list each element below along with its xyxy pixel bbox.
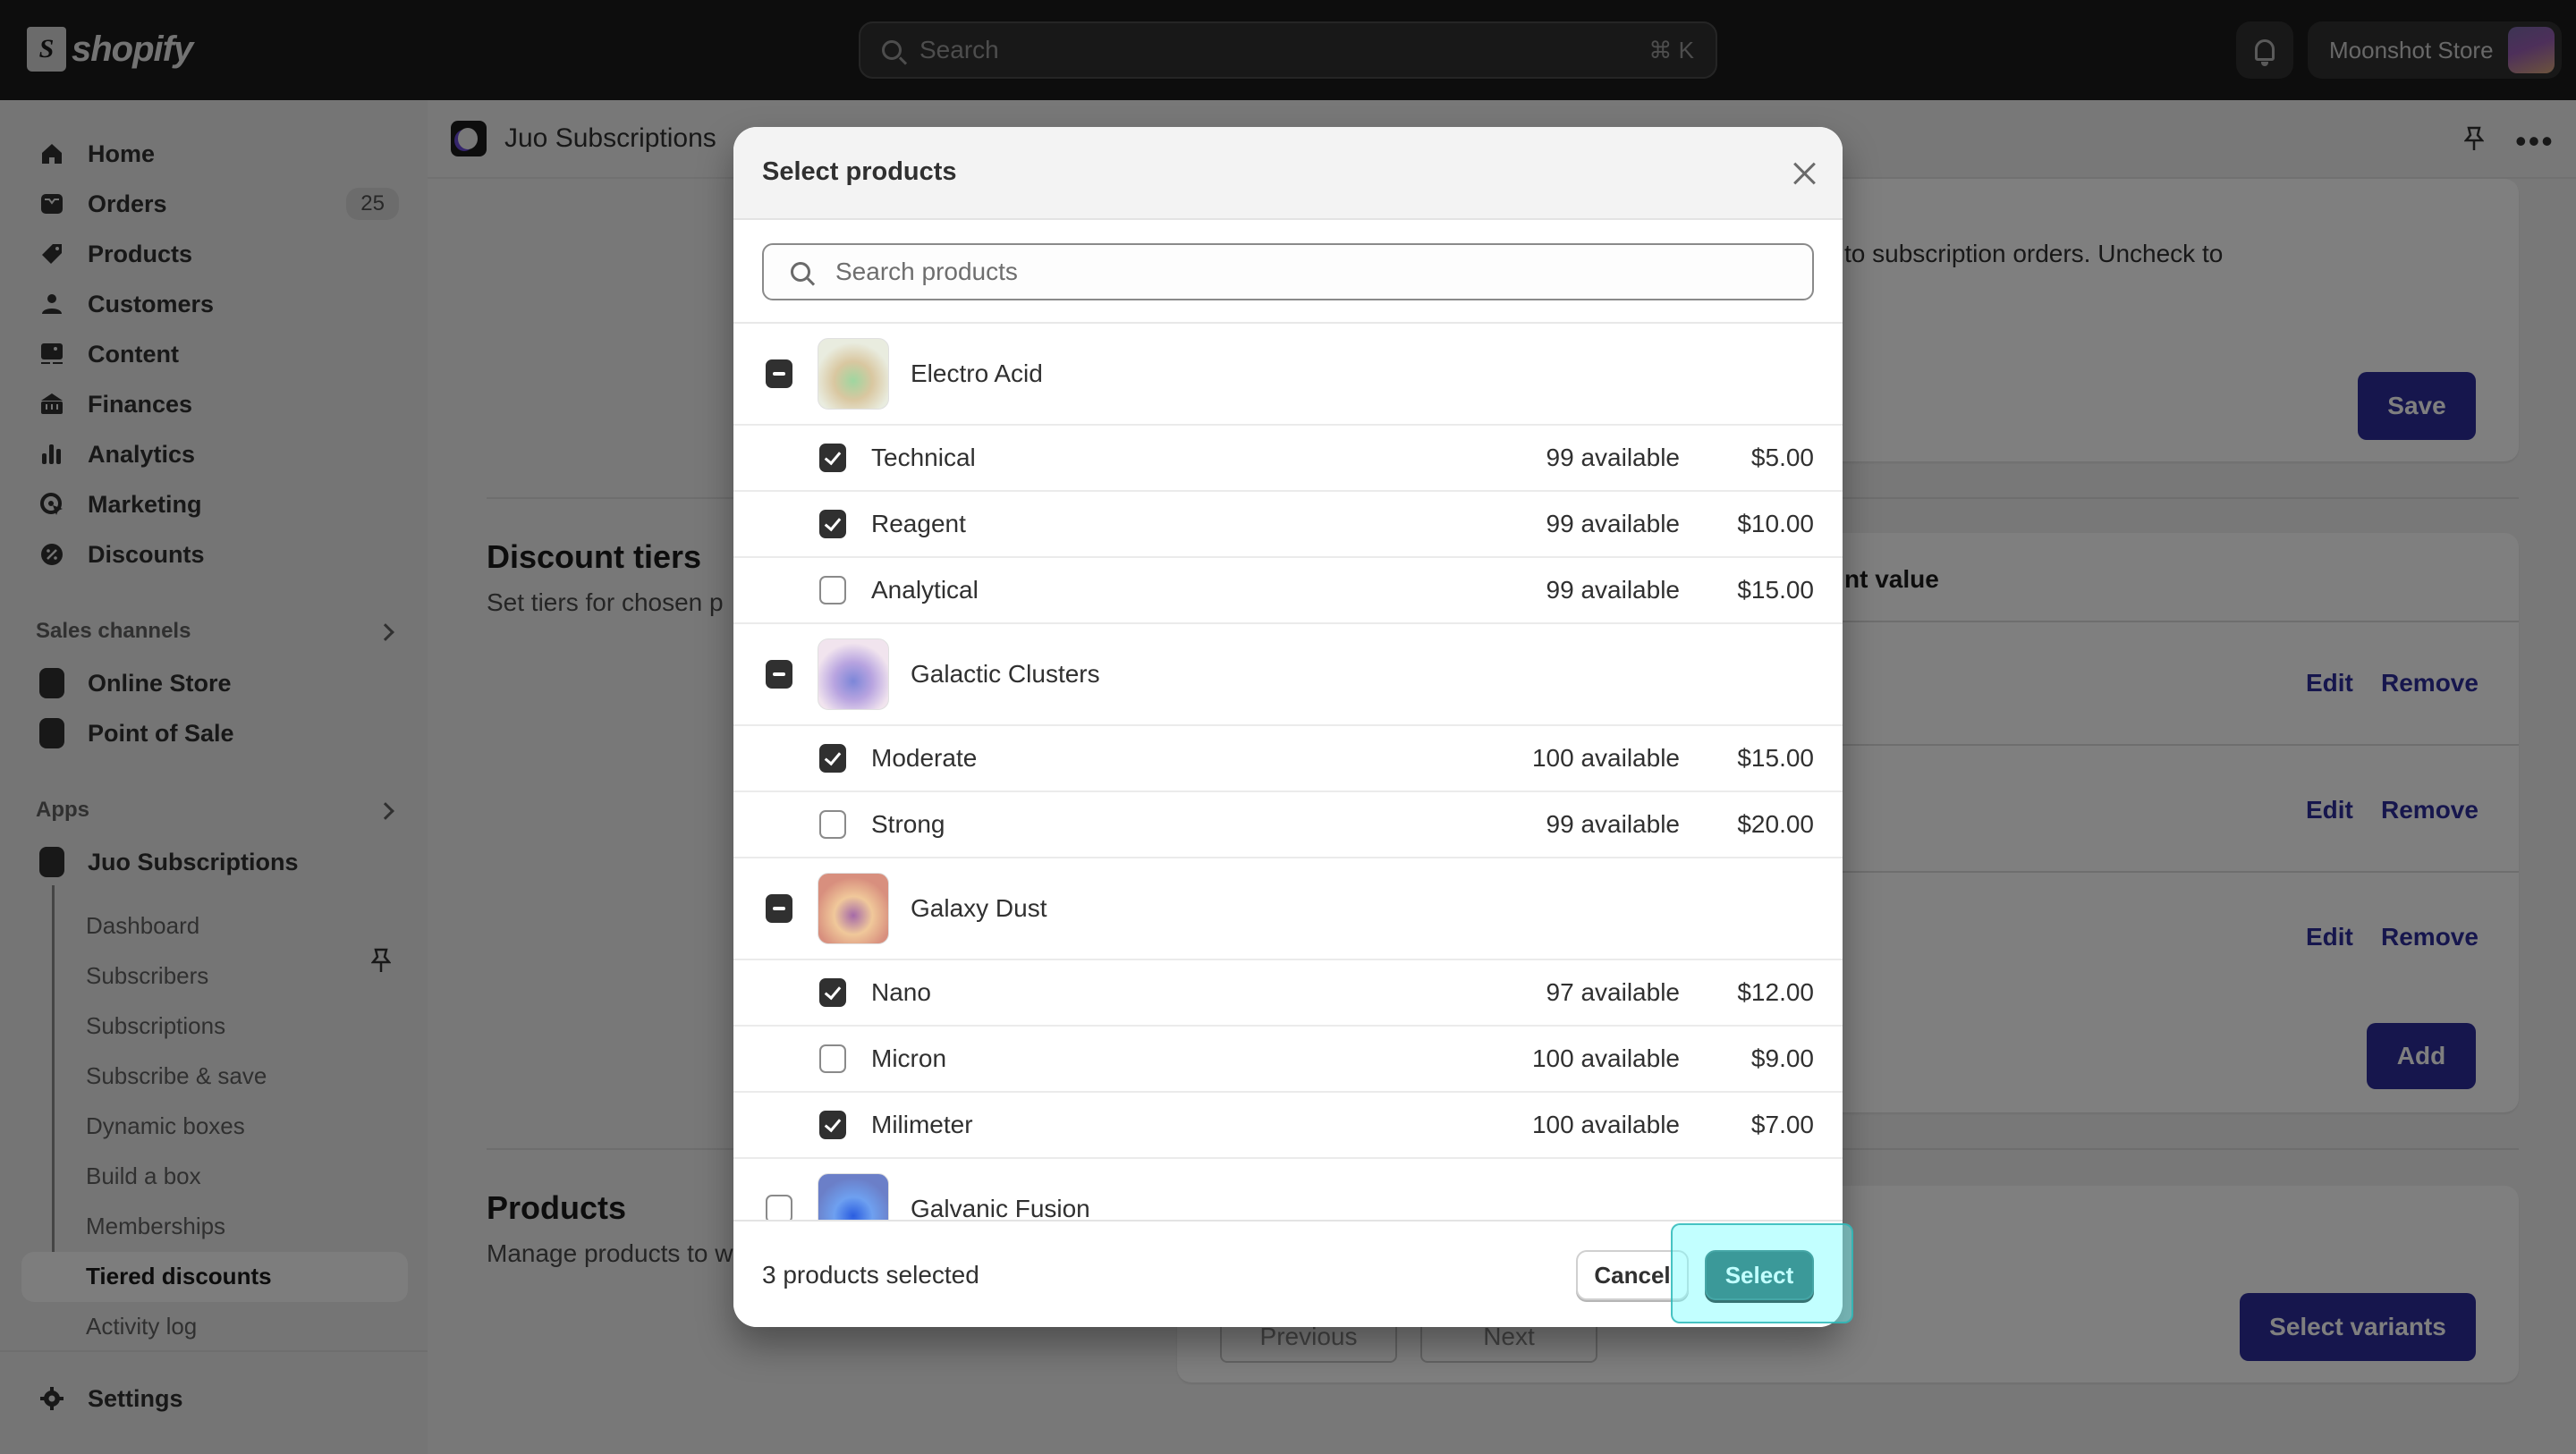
variant-availability: 97 available xyxy=(1546,978,1680,1006)
variant-row[interactable]: Milimeter 100 available $7.00 xyxy=(733,1093,1843,1159)
product-row[interactable]: Galaxy Dust xyxy=(733,858,1843,960)
variant-checkbox[interactable] xyxy=(819,744,846,773)
product-checkbox[interactable] xyxy=(766,660,792,689)
variant-row[interactable]: Strong 99 available $20.00 xyxy=(733,792,1843,858)
search-products-field[interactable] xyxy=(762,243,1814,300)
product-row[interactable]: Galactic Clusters xyxy=(733,624,1843,726)
variant-price: $10.00 xyxy=(1737,510,1814,537)
variant-price: $15.00 xyxy=(1737,576,1814,604)
variant-row[interactable]: Analytical 99 available $15.00 xyxy=(733,558,1843,624)
variant-availability: 99 available xyxy=(1546,444,1680,471)
product-name: Electro Acid xyxy=(911,359,1043,387)
variant-name: Technical xyxy=(871,444,976,471)
variant-availability: 99 available xyxy=(1546,510,1680,537)
product-name: Galactic Clusters xyxy=(911,660,1100,688)
modal-header: Select products xyxy=(733,127,1843,220)
variant-checkbox[interactable] xyxy=(819,978,846,1007)
variant-availability: 99 available xyxy=(1546,810,1680,838)
product-thumbnail xyxy=(818,873,889,944)
cancel-button[interactable]: Cancel xyxy=(1576,1250,1689,1300)
select-products-modal: Select products Electro Acid Technical 99 … xyxy=(733,127,1843,1327)
search-products-input[interactable] xyxy=(835,258,1812,286)
variant-price: $9.00 xyxy=(1750,1044,1814,1072)
variant-row[interactable]: Nano 97 available $12.00 xyxy=(733,960,1843,1027)
variant-checkbox[interactable] xyxy=(819,444,846,472)
variant-availability: 100 available xyxy=(1531,1111,1680,1138)
variant-price: $7.00 xyxy=(1750,1111,1814,1138)
variant-availability: 100 available xyxy=(1531,744,1680,772)
variant-row[interactable]: Moderate 100 available $15.00 xyxy=(733,726,1843,792)
product-checkbox[interactable] xyxy=(766,894,792,923)
search-row xyxy=(733,220,1843,324)
variant-name: Moderate xyxy=(871,744,978,772)
variant-availability: 99 available xyxy=(1546,576,1680,604)
variant-name: Milimeter xyxy=(871,1111,973,1138)
product-row[interactable]: Galvanic Fusion xyxy=(733,1159,1843,1220)
product-list[interactable]: Electro Acid Technical 99 available $5.00 Re… xyxy=(733,324,1843,1220)
close-icon[interactable] xyxy=(1791,159,1819,188)
variant-checkbox[interactable] xyxy=(819,576,846,604)
product-thumbnail xyxy=(818,638,889,710)
product-thumbnail xyxy=(818,1173,889,1220)
product-thumbnail xyxy=(818,338,889,410)
variant-name: Strong xyxy=(871,810,945,838)
variant-name: Analytical xyxy=(871,576,979,604)
modal-footer: 3 products selected Cancel Select xyxy=(733,1220,1843,1327)
product-name: Galaxy Dust xyxy=(911,894,1047,922)
product-row[interactable]: Electro Acid xyxy=(733,324,1843,426)
variant-name: Reagent xyxy=(871,510,966,537)
variant-price: $5.00 xyxy=(1750,444,1814,471)
variant-price: $15.00 xyxy=(1737,744,1814,772)
variant-price: $20.00 xyxy=(1737,810,1814,838)
variant-checkbox[interactable] xyxy=(819,510,846,538)
variant-checkbox[interactable] xyxy=(819,1111,846,1139)
variant-checkbox[interactable] xyxy=(819,810,846,839)
variant-row[interactable]: Micron 100 available $9.00 xyxy=(733,1027,1843,1093)
product-checkbox[interactable] xyxy=(766,359,792,388)
variant-price: $12.00 xyxy=(1737,978,1814,1006)
product-name: Galvanic Fusion xyxy=(911,1195,1090,1220)
variant-row[interactable]: Technical 99 available $5.00 xyxy=(733,426,1843,492)
modal-title: Select products xyxy=(762,157,957,186)
variant-row[interactable]: Reagent 99 available $10.00 xyxy=(733,492,1843,558)
variant-checkbox[interactable] xyxy=(819,1044,846,1073)
search-icon xyxy=(791,262,810,282)
variant-availability: 100 available xyxy=(1531,1044,1680,1072)
variant-name: Micron xyxy=(871,1044,947,1072)
product-checkbox[interactable] xyxy=(766,1195,792,1220)
selected-count: 3 products selected xyxy=(762,1261,979,1289)
variant-name: Nano xyxy=(871,978,931,1006)
select-button[interactable]: Select xyxy=(1705,1250,1814,1300)
